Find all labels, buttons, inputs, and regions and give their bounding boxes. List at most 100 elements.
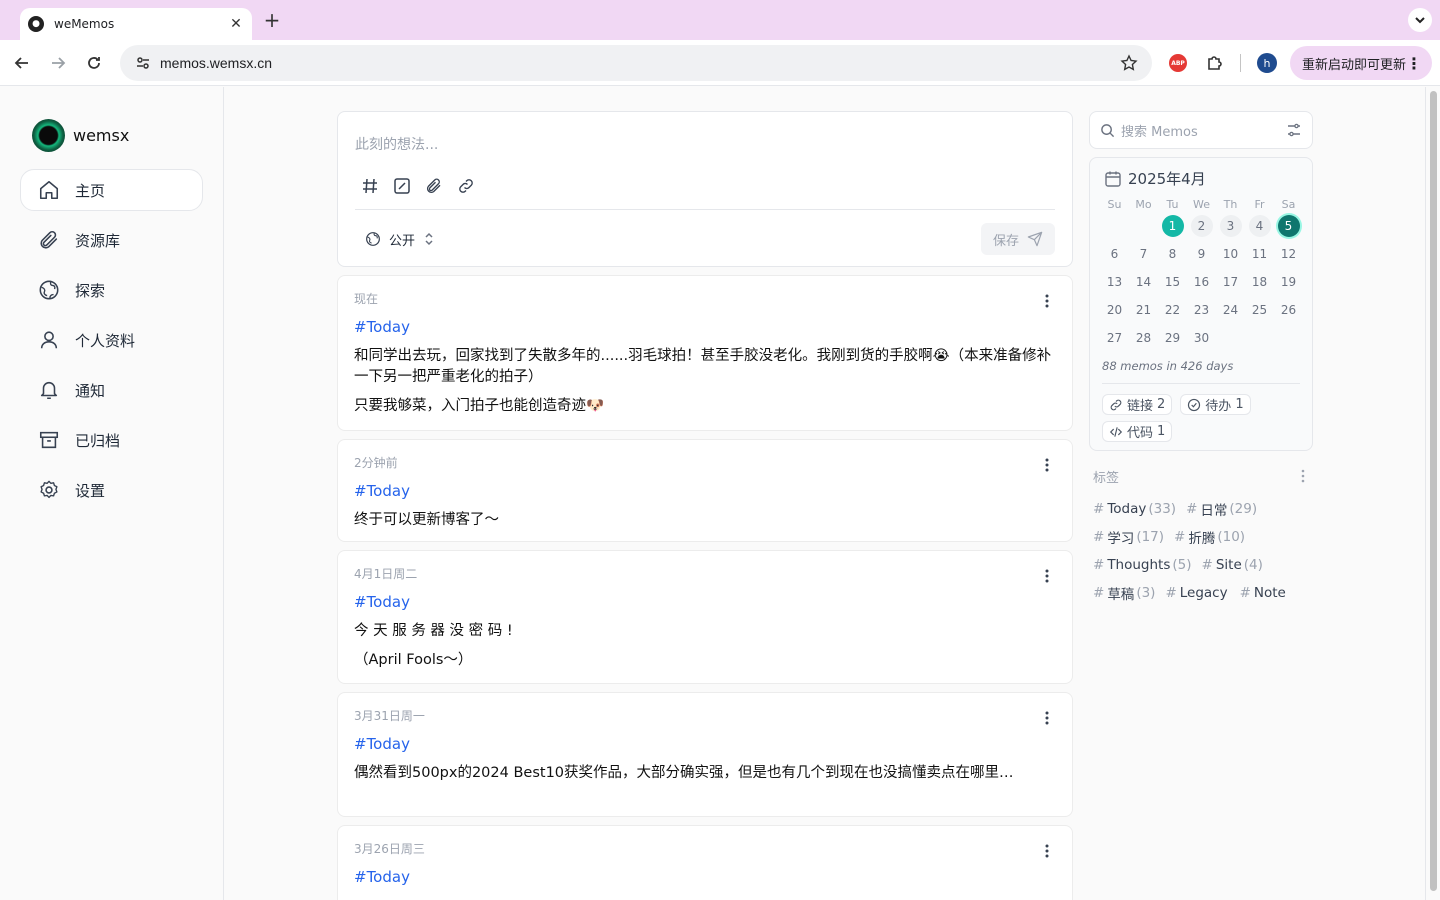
tag-item[interactable]: # Site (4) xyxy=(1202,551,1263,579)
more-vertical-icon[interactable] xyxy=(1040,567,1054,585)
hash-tag-icon[interactable] xyxy=(360,176,380,196)
stat-code-badge[interactable]: 代码 1 xyxy=(1102,421,1173,442)
more-vertical-icon[interactable] xyxy=(1040,709,1054,727)
calendar-day[interactable]: 25 xyxy=(1249,299,1271,321)
calendar-day[interactable]: 12 xyxy=(1278,243,1300,265)
calendar-day[interactable]: 21 xyxy=(1133,299,1155,321)
more-vertical-icon[interactable] xyxy=(1040,292,1054,310)
calendar-month: 2025年4月 xyxy=(1128,170,1206,188)
more-vertical-icon[interactable] xyxy=(1040,456,1054,474)
filter-settings-icon[interactable] xyxy=(1286,122,1302,138)
calendar-day[interactable]: 13 xyxy=(1104,271,1126,293)
stat-todo-badge[interactable]: 待办 1 xyxy=(1180,394,1251,415)
link-icon[interactable] xyxy=(456,176,476,196)
calendar-day[interactable]: 23 xyxy=(1191,299,1213,321)
sidebar-item-explore[interactable]: 探索 xyxy=(20,269,203,311)
checkbox-icon[interactable] xyxy=(392,176,412,196)
calendar-day[interactable]: 9 xyxy=(1191,243,1213,265)
calendar-day[interactable]: 28 xyxy=(1133,327,1155,349)
back-arrow-icon[interactable] xyxy=(10,51,34,75)
tag-item[interactable]: # Thoughts (5) xyxy=(1093,551,1192,579)
tab-search-chevron-icon[interactable] xyxy=(1408,8,1432,32)
more-vertical-icon[interactable] xyxy=(1301,469,1305,487)
calendar-day[interactable]: 26 xyxy=(1278,299,1300,321)
address-bar[interactable]: memos.wemsx.cn xyxy=(120,45,1152,81)
search-input[interactable]: 搜索 Memos xyxy=(1121,121,1286,140)
search-box[interactable]: 搜索 Memos xyxy=(1089,111,1313,149)
brand[interactable]: wemsx xyxy=(32,119,129,152)
calendar-day[interactable]: 4 xyxy=(1248,215,1271,237)
attachment-icon[interactable] xyxy=(424,176,444,196)
memo-paragraph: 今 天 服 务 器 没 密 码 ! xyxy=(354,623,513,639)
sidebar-item-resources[interactable]: 资源库 xyxy=(20,219,203,261)
calendar-day-cell: 28 xyxy=(1129,327,1158,349)
calendar-day[interactable]: 30 xyxy=(1191,327,1213,349)
visibility-select[interactable]: 公开 xyxy=(355,223,445,255)
calendar-day[interactable]: 18 xyxy=(1249,271,1271,293)
bookmark-star-icon[interactable] xyxy=(1120,54,1138,72)
more-vertical-icon[interactable] xyxy=(1040,842,1054,860)
calendar-day[interactable]: 22 xyxy=(1162,299,1184,321)
calendar-day[interactable]: 2 xyxy=(1190,215,1213,237)
weekday-label: Mo xyxy=(1135,197,1152,211)
tag-item[interactable]: # Note xyxy=(1240,579,1288,607)
url-text: memos.wemsx.cn xyxy=(160,55,273,71)
memo-tag-link[interactable]: #Today xyxy=(354,735,1056,755)
relaunch-update-button[interactable]: 重新启动即可更新 ⋮ xyxy=(1290,46,1432,80)
calendar-day[interactable]: 24 xyxy=(1220,299,1242,321)
sidebar-item-archived[interactable]: 已归档 xyxy=(20,419,203,461)
calendar-day-today[interactable]: 5 xyxy=(1277,215,1300,237)
calendar-day-cell: 3 xyxy=(1216,215,1245,237)
tag-item[interactable]: # 日常 (29) xyxy=(1186,495,1257,523)
calendar-day[interactable]: 14 xyxy=(1133,271,1155,293)
calendar-day[interactable]: 29 xyxy=(1162,327,1184,349)
memo-tag-link[interactable]: #Today xyxy=(354,482,1056,502)
calendar-day[interactable]: 7 xyxy=(1133,243,1155,265)
tag-item[interactable]: # Legacy xyxy=(1165,579,1229,607)
extensions-puzzle-icon[interactable] xyxy=(1205,53,1225,73)
calendar-day[interactable]: 15 xyxy=(1162,271,1184,293)
new-tab-icon[interactable]: + xyxy=(262,10,282,30)
memo-tag-link[interactable]: #Today xyxy=(354,868,1056,888)
tag-item[interactable]: # 学习 (17) xyxy=(1093,523,1164,551)
calendar-day[interactable]: 20 xyxy=(1104,299,1126,321)
memo-card: 4月1日周二 #Today 今 天 服 务 器 没 密 码 ! （April F… xyxy=(337,550,1073,684)
tag-item[interactable]: # Today (33) xyxy=(1093,495,1176,523)
tag-item[interactable]: # 折腾 (10) xyxy=(1174,523,1245,551)
site-settings-icon[interactable] xyxy=(134,54,152,72)
calendar-day[interactable]: 8 xyxy=(1162,243,1184,265)
tag-name: Note xyxy=(1253,585,1286,601)
sidebar-item-label: 个人资料 xyxy=(75,331,136,350)
browser-tab[interactable]: ● weMemos ✕ xyxy=(20,8,252,40)
calendar-day[interactable]: 6 xyxy=(1104,243,1126,265)
adblock-extension-icon[interactable]: ABP xyxy=(1169,54,1187,72)
calendar-day[interactable]: 16 xyxy=(1191,271,1213,293)
sidebar-item-home[interactable]: 主页 xyxy=(20,169,203,211)
sidebar-item-profile[interactable]: 个人资料 xyxy=(20,319,203,361)
close-tab-icon[interactable]: ✕ xyxy=(228,16,244,32)
calendar-day[interactable]: 11 xyxy=(1249,243,1271,265)
forward-arrow-icon[interactable] xyxy=(46,51,70,75)
calendar-day[interactable]: 19 xyxy=(1278,271,1300,293)
calendar-header[interactable]: 2025年4月 xyxy=(1104,168,1206,189)
reload-icon[interactable] xyxy=(82,51,106,75)
stat-links-badge[interactable]: 链接 2 xyxy=(1102,394,1173,415)
calendar-day[interactable]: 17 xyxy=(1220,271,1242,293)
brand-name: wemsx xyxy=(73,126,130,145)
save-button[interactable]: 保存 xyxy=(981,223,1055,255)
tag-item[interactable]: # 草稿 (3) xyxy=(1093,579,1155,607)
scrollbar-thumb[interactable] xyxy=(1430,91,1437,891)
memo-input[interactable]: 此刻的想法... xyxy=(355,134,438,154)
calendar-day[interactable]: 27 xyxy=(1104,327,1126,349)
send-icon xyxy=(1027,231,1043,247)
sidebar-item-notifications[interactable]: 通知 xyxy=(20,369,203,411)
memo-tag-link[interactable]: #Today xyxy=(354,318,1056,338)
calendar-day[interactable]: 3 xyxy=(1219,215,1242,237)
weekday-label: Fr xyxy=(1254,197,1265,211)
calendar-day[interactable]: 1 xyxy=(1161,215,1184,237)
calendar-day[interactable]: 10 xyxy=(1220,243,1242,265)
page-scrollbar[interactable] xyxy=(1425,87,1440,900)
profile-avatar[interactable]: h xyxy=(1257,53,1277,73)
sidebar-item-settings[interactable]: 设置 xyxy=(20,469,203,511)
memo-tag-link[interactable]: #Today xyxy=(354,593,1056,613)
